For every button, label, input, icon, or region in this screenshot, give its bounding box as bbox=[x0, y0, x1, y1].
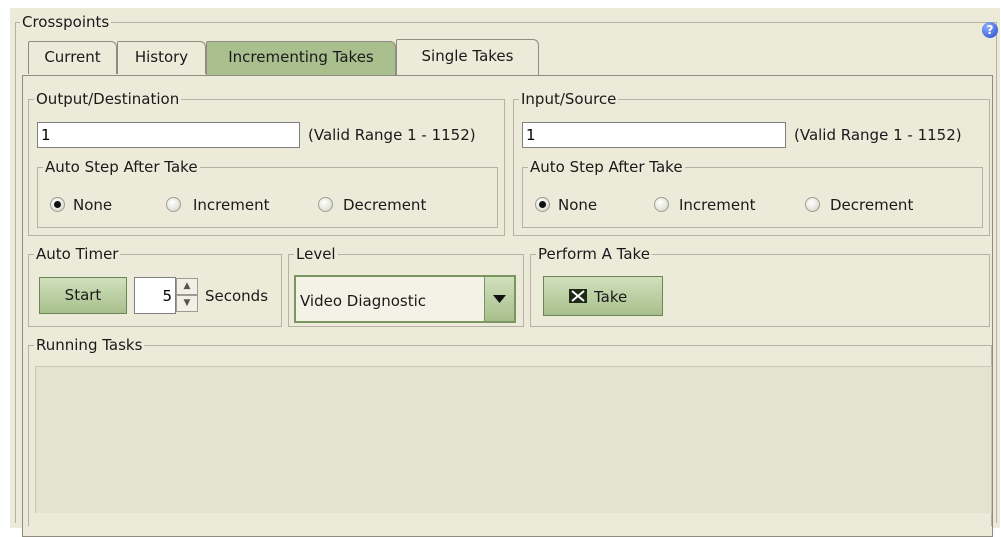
take-button-label: Take bbox=[594, 288, 628, 306]
timer-seconds-input[interactable] bbox=[134, 277, 176, 314]
level-selected-value: Video Diagnostic bbox=[300, 292, 427, 310]
output-radio-increment-label: Increment bbox=[193, 196, 270, 214]
running-tasks-list[interactable] bbox=[35, 366, 992, 513]
input-radio-increment[interactable] bbox=[654, 197, 669, 212]
crosspoints-title: Crosspoints bbox=[20, 13, 112, 31]
input-source-input[interactable] bbox=[522, 122, 786, 148]
help-icon[interactable]: ? bbox=[982, 22, 998, 38]
input-source-title: Input/Source bbox=[519, 90, 619, 108]
input-radio-increment-label: Increment bbox=[679, 196, 756, 214]
tab-single-takes[interactable]: Single Takes bbox=[396, 39, 539, 75]
level-dropdown[interactable]: Video Diagnostic bbox=[294, 275, 516, 323]
perform-take-title: Perform A Take bbox=[536, 245, 652, 263]
output-radio-none-label: None bbox=[73, 196, 113, 214]
input-radio-none[interactable] bbox=[535, 197, 550, 212]
input-radio-decrement[interactable] bbox=[805, 197, 820, 212]
output-destination-title: Output/Destination bbox=[34, 90, 182, 108]
take-crosspoint-icon bbox=[569, 289, 587, 303]
tab-current[interactable]: Current bbox=[28, 41, 117, 74]
output-destination-input[interactable] bbox=[37, 122, 300, 148]
level-dropdown-button[interactable] bbox=[484, 277, 514, 321]
level-title: Level bbox=[294, 245, 338, 263]
input-valid-range: (Valid Range 1 - 1152) bbox=[794, 126, 962, 144]
tab-incrementing-takes[interactable]: Incrementing Takes bbox=[206, 41, 396, 75]
chevron-down-icon bbox=[493, 295, 506, 303]
tab-history-label: History bbox=[134, 48, 189, 66]
input-radio-none-label: None bbox=[558, 196, 598, 214]
tab-single-takes-label: Single Takes bbox=[421, 47, 514, 65]
input-radio-decrement-label: Decrement bbox=[830, 196, 914, 214]
tab-history[interactable]: History bbox=[117, 41, 206, 74]
running-tasks-title: Running Tasks bbox=[34, 336, 145, 354]
timer-increment-button[interactable]: ▲ bbox=[176, 278, 198, 295]
auto-timer-title: Auto Timer bbox=[34, 245, 121, 263]
timer-decrement-button[interactable]: ▼ bbox=[176, 295, 198, 312]
output-autostep-title: Auto Step After Take bbox=[43, 158, 200, 176]
tab-incrementing-takes-label: Incrementing Takes bbox=[228, 48, 374, 66]
timer-start-button[interactable]: Start bbox=[39, 277, 127, 314]
output-radio-increment[interactable] bbox=[166, 197, 181, 212]
input-autostep-title: Auto Step After Take bbox=[528, 158, 685, 176]
tab-current-label: Current bbox=[44, 48, 101, 66]
timer-seconds-label: Seconds bbox=[205, 287, 269, 305]
output-radio-none[interactable] bbox=[50, 197, 65, 212]
output-radio-decrement-label: Decrement bbox=[343, 196, 427, 214]
take-button[interactable]: Take bbox=[543, 276, 663, 316]
output-valid-range: (Valid Range 1 - 1152) bbox=[308, 126, 476, 144]
output-radio-decrement[interactable] bbox=[318, 197, 333, 212]
